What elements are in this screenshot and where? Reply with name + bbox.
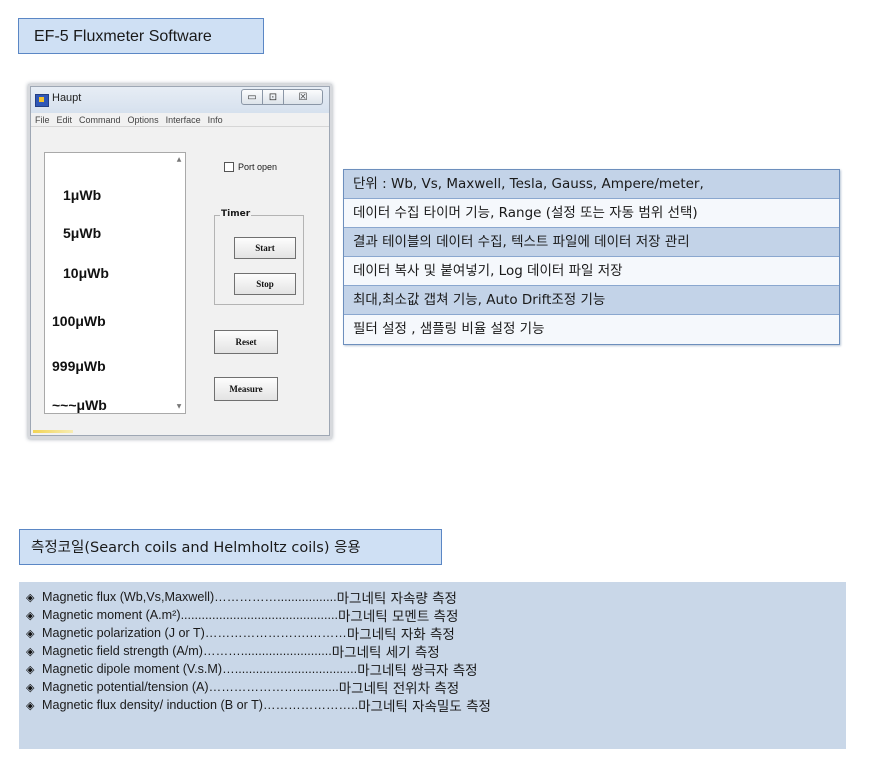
list-item: ◈ Magnetic flux (Wb,Vs,Maxwell) ……………...… <box>26 588 846 607</box>
app-logo-icon <box>35 94 49 107</box>
list-item[interactable]: ~~~μWb <box>52 397 107 413</box>
window-controls: ▭ ⊡ ☒ <box>241 89 323 105</box>
measurement-quantity: Magnetic flux density/ induction (B or T… <box>42 698 263 712</box>
haupt-window: Haupt ▭ ⊡ ☒ File Edit Command Options In… <box>30 86 330 436</box>
menu-file[interactable]: File <box>35 113 50 126</box>
port-open-checkbox-row[interactable]: Port open <box>224 162 277 172</box>
list-item: ◈ Magnetic moment (A.m²) ...............… <box>26 606 846 625</box>
measurement-quantity: Magnetic polarization (J or T) <box>42 626 205 640</box>
measurement-quantity: Magnetic potential/tension (A) <box>42 680 209 694</box>
listbox-scrollbar[interactable]: ▲ ▼ <box>174 154 184 412</box>
measure-button[interactable]: Measure <box>214 377 278 401</box>
measurement-korean: 마그네틱 세기 측정 <box>331 645 440 661</box>
measurement-quantity: Magnetic field strength (A/m) <box>42 644 203 658</box>
status-strip <box>33 430 73 433</box>
feature-row: 단위 : Wb, Vs, Maxwell, Tesla, Gauss, Ampe… <box>344 170 839 199</box>
measurement-korean: 마그네틱 쌍극자 측정 <box>357 663 478 679</box>
menu-interface[interactable]: Interface <box>166 113 201 126</box>
feature-row: 필터 설정 , 샘플링 비율 설정 기능 <box>344 315 839 344</box>
menu-bar: File Edit Command Options Interface Info <box>31 113 329 127</box>
timer-label: Timer <box>220 209 252 219</box>
timer-groupbox: Timer Start Stop <box>214 209 304 305</box>
list-item: ◈ Magnetic polarization (J or T) …………………… <box>26 624 846 643</box>
diamond-bullet-icon: ◈ <box>26 680 35 694</box>
diamond-bullet-icon: ◈ <box>26 698 35 712</box>
port-open-checkbox[interactable] <box>224 162 234 172</box>
feature-row: 최대,최소값 갭쳐 기능, Auto Drift조정 기능 <box>344 286 839 315</box>
leader-dots: ……………................. <box>214 590 337 604</box>
list-item: ◈ Magnetic dipole moment (V.s.M) …......… <box>26 660 846 679</box>
stop-button[interactable]: Stop <box>234 273 296 295</box>
list-item[interactable]: 999μWb <box>52 358 106 374</box>
list-item: ◈ Magnetic potential/tension (A) …………………… <box>26 678 846 697</box>
measurement-korean: 마그네틱 자화 측정 <box>346 627 455 643</box>
leader-dots: …................................... <box>222 662 358 676</box>
start-button[interactable]: Start <box>234 237 296 259</box>
menu-options[interactable]: Options <box>128 113 159 126</box>
window-title: Haupt <box>52 92 82 104</box>
measurement-quantity: Magnetic moment (A.m²) <box>42 608 181 622</box>
feature-table: 단위 : Wb, Vs, Maxwell, Tesla, Gauss, Ampe… <box>343 169 840 345</box>
diamond-bullet-icon: ◈ <box>26 644 35 658</box>
list-item[interactable]: 1μWb <box>63 187 101 203</box>
leader-dots: ………………….. <box>262 698 359 712</box>
window-titlebar[interactable]: Haupt ▭ ⊡ ☒ <box>31 87 329 113</box>
feature-row: 데이터 수집 타이머 기능, Range (설정 또는 자동 범위 선택) <box>344 199 839 228</box>
menu-command[interactable]: Command <box>79 113 121 126</box>
list-item[interactable]: 100μWb <box>52 313 106 329</box>
measurement-korean: 마그네틱 전위차 측정 <box>338 681 460 697</box>
leader-dots: ……….......................... <box>202 644 332 658</box>
menu-info[interactable]: Info <box>208 113 223 126</box>
measurement-list: ◈ Magnetic flux (Wb,Vs,Maxwell) ……………...… <box>19 582 846 749</box>
range-listbox[interactable]: 1μWb 5μWb 10μWb 100μWb 999μWb ~~~μWb ▲ ▼ <box>44 152 186 414</box>
diamond-bullet-icon: ◈ <box>26 590 35 604</box>
scroll-down-icon[interactable]: ▼ <box>174 403 184 410</box>
close-icon[interactable]: ☒ <box>283 89 323 105</box>
section-title-coils: 측정코일(Search coils and Helmholtz coils) 응… <box>19 529 442 565</box>
reset-button[interactable]: Reset <box>214 330 278 354</box>
measurement-korean: 마그네틱 자속밀도 측정 <box>358 699 491 715</box>
leader-dots: …………………............ <box>208 680 339 694</box>
list-item[interactable]: 5μWb <box>63 225 101 241</box>
list-item[interactable]: 10μWb <box>63 265 109 281</box>
measurement-quantity: Magnetic dipole moment (V.s.M) <box>42 662 223 676</box>
section-title-fluxmeter-software: EF-5 Fluxmeter Software <box>18 18 264 54</box>
leader-dots: …………………….……… <box>204 626 347 640</box>
feature-row: 데이터 복사 및 붙여넣기, Log 데이터 파일 저장 <box>344 257 839 286</box>
feature-row: 결과 테이블의 데이터 수집, 텍스트 파일에 데이터 저장 관리 <box>344 228 839 257</box>
measurement-quantity: Magnetic flux (Wb,Vs,Maxwell) <box>42 590 215 604</box>
diamond-bullet-icon: ◈ <box>26 662 35 676</box>
list-item: ◈ Magnetic flux density/ induction (B or… <box>26 696 846 715</box>
port-open-label: Port open <box>238 162 278 172</box>
diamond-bullet-icon: ◈ <box>26 626 35 640</box>
menu-edit[interactable]: Edit <box>57 113 73 126</box>
minimize-icon[interactable]: ▭ <box>241 89 263 105</box>
diamond-bullet-icon: ◈ <box>26 608 35 622</box>
leader-dots: ........................................… <box>180 608 339 622</box>
measurement-korean: 마그네틱 모멘트 측정 <box>338 609 459 625</box>
maximize-icon[interactable]: ⊡ <box>262 89 284 105</box>
measurement-korean: 마그네틱 자속량 측정 <box>336 591 457 607</box>
scroll-up-icon[interactable]: ▲ <box>174 156 184 163</box>
list-item: ◈ Magnetic field strength (A/m) ……….....… <box>26 642 846 661</box>
